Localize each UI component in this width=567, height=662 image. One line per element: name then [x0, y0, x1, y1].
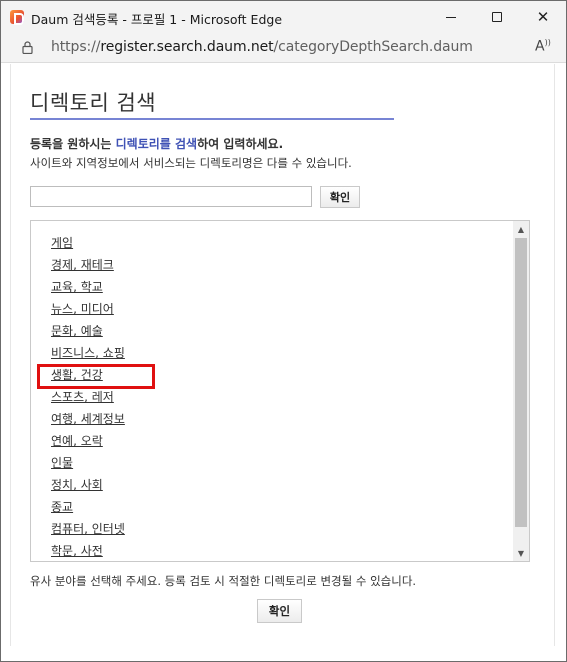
page-title: 디렉토리 검색: [30, 91, 157, 115]
title-underline: [30, 118, 394, 120]
minimize-button[interactable]: [428, 1, 474, 33]
url-field[interactable]: https://register.search.daum.net/categor…: [51, 39, 473, 55]
browser-window: Daum 검색등록 - 프로필 1 - Microsoft Edge ✕ htt…: [0, 0, 567, 662]
category-link[interactable]: 인물: [51, 455, 125, 477]
category-link[interactable]: 스포츠, 레저: [51, 389, 125, 411]
title-bar: Daum 검색등록 - 프로필 1 - Microsoft Edge ✕: [1, 1, 566, 33]
confirm-button[interactable]: 확인: [257, 599, 302, 623]
close-icon: ✕: [536, 7, 550, 26]
maximize-button[interactable]: [474, 1, 520, 33]
instruction-pre: 등록을 원하시는: [30, 137, 116, 151]
read-aloud-icon[interactable]: A)): [535, 38, 551, 55]
category-link[interactable]: 정치, 사회: [51, 477, 125, 499]
category-link[interactable]: 문화, 예술: [51, 323, 125, 345]
category-link[interactable]: 교육, 학교: [51, 279, 125, 301]
category-link[interactable]: 게임: [51, 235, 125, 257]
lock-icon[interactable]: [22, 41, 33, 54]
scroll-up-arrow-icon[interactable]: ▲: [513, 221, 529, 237]
url-host: register.search.daum.net: [100, 39, 274, 55]
maximize-icon: [492, 12, 502, 22]
instruction-accent: 디렉토리를 검색: [115, 137, 198, 151]
url-scheme: https://: [51, 39, 101, 55]
scroll-down-arrow-icon[interactable]: ▼: [513, 545, 529, 561]
category-link[interactable]: 뉴스, 미디어: [51, 301, 125, 323]
category-link[interactable]: 학문, 사전: [51, 543, 125, 561]
address-bar[interactable]: https://register.search.daum.net/categor…: [1, 33, 566, 63]
minimize-icon: [446, 16, 456, 18]
category-link[interactable]: 컴퓨터, 인터넷: [51, 521, 125, 543]
directory-search-input[interactable]: [30, 186, 312, 207]
category-list: 게임 경제, 재테크 교육, 학교 뉴스, 미디어 문화, 예술 비즈니스, 쇼핑 생활, …: [51, 235, 125, 561]
instruction-post: 하여 입력하세요.: [197, 137, 284, 151]
close-button[interactable]: ✕: [520, 1, 566, 33]
highlight-box: [37, 364, 155, 389]
footnote-text: 유사 분야를 선택해 주세요. 등록 검토 시 적절한 디렉토리로 변경될 수 …: [30, 574, 417, 588]
page-content: 디렉토리 검색 등록을 원하시는 디렉토리를 검색하여 입력하세요. 사이트와 …: [10, 64, 555, 646]
url-path: /categoryDepthSearch.daum: [273, 39, 473, 55]
window-title: Daum 검색등록 - 프로필 1 - Microsoft Edge: [31, 12, 283, 27]
category-link[interactable]: 경제, 재테크: [51, 257, 125, 279]
instruction-note: 사이트와 지역정보에서 서비스되는 디렉토리명은 다를 수 있습니다.: [30, 156, 352, 170]
scrollbar[interactable]: ▲ ▼: [513, 221, 529, 561]
category-link[interactable]: 연예, 오락: [51, 433, 125, 455]
scroll-thumb[interactable]: [515, 238, 527, 527]
search-confirm-button[interactable]: 확인: [320, 186, 360, 208]
category-link[interactable]: 종교: [51, 499, 125, 521]
instruction-text: 등록을 원하시는 디렉토리를 검색하여 입력하세요.: [30, 135, 283, 152]
category-list-box[interactable]: 게임 경제, 재테크 교육, 학교 뉴스, 미디어 문화, 예술 비즈니스, 쇼핑 생활, …: [30, 220, 530, 562]
edge-app-icon: [10, 10, 24, 25]
category-link[interactable]: 여행, 세계정보: [51, 411, 125, 433]
